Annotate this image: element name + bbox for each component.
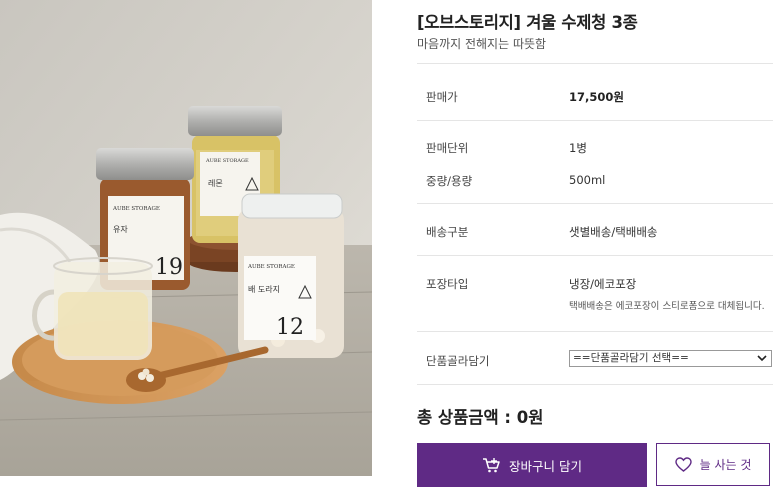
divider xyxy=(417,384,773,385)
price-value: 17,500원 xyxy=(569,90,624,104)
delivery-label: 배송구분 xyxy=(426,225,469,239)
packing-value: 냉장/에코포장 xyxy=(569,277,637,291)
chevron-down-icon xyxy=(757,355,767,362)
divider xyxy=(417,63,773,64)
jar-left-number: 19 xyxy=(155,255,183,280)
add-to-cart-label: 장바구니 담기 xyxy=(509,458,582,474)
wishlist-button[interactable]: 늘 사는 것 xyxy=(656,443,770,486)
jar-back-brand: AUBE STORAGE xyxy=(205,158,249,164)
divider xyxy=(417,255,773,256)
weight-value: 500ml xyxy=(569,173,606,187)
add-to-cart-button[interactable]: 장바구니 담기 xyxy=(417,443,647,487)
delivery-value: 샛별배송/택배배송 xyxy=(569,225,658,239)
cart-icon xyxy=(483,458,500,473)
product-info: [오브스토리지] 겨울 수제청 3종 마음까지 전해지는 따뜻함 판매가 17,… xyxy=(417,0,773,487)
option-select[interactable]: ==단품골라담기 선택== xyxy=(569,350,772,367)
product-title: [오브스토리지] 겨울 수제청 3종 xyxy=(417,13,638,32)
jar-left-brand: AUBE STORAGE xyxy=(112,206,160,212)
unit-value: 1병 xyxy=(569,141,587,155)
wishlist-label: 늘 사는 것 xyxy=(699,458,752,472)
packing-label: 포장타입 xyxy=(426,277,469,291)
jar-back-name: 레몬 xyxy=(208,179,223,188)
jar-front-number: 12 xyxy=(276,315,304,340)
jar-left-name: 유자 xyxy=(113,225,128,234)
divider xyxy=(417,331,773,332)
price-label: 판매가 xyxy=(426,90,458,104)
product-image: AUBE STORAGE 레몬 AUBE STORAGE 유자 19 AUBE … xyxy=(0,0,372,476)
jar-front-brand: AUBE STORAGE xyxy=(247,264,295,270)
weight-label: 중량/용량 xyxy=(426,174,473,188)
option-select-value: ==단품골라담기 선택== xyxy=(573,352,689,364)
divider xyxy=(417,120,773,121)
option-label: 단품골라담기 xyxy=(426,354,490,368)
unit-label: 판매단위 xyxy=(426,141,469,155)
jar-front-name: 배 도라지 xyxy=(248,285,280,294)
divider xyxy=(417,203,773,204)
heart-icon xyxy=(674,457,692,472)
total-price: 총 상품금액 : 0원 xyxy=(417,408,544,427)
product-subtitle: 마음까지 전해지는 따뜻함 xyxy=(417,37,547,51)
packing-note: 택배배송은 에코포장이 스티로폼으로 대체됩니다. xyxy=(569,301,765,312)
